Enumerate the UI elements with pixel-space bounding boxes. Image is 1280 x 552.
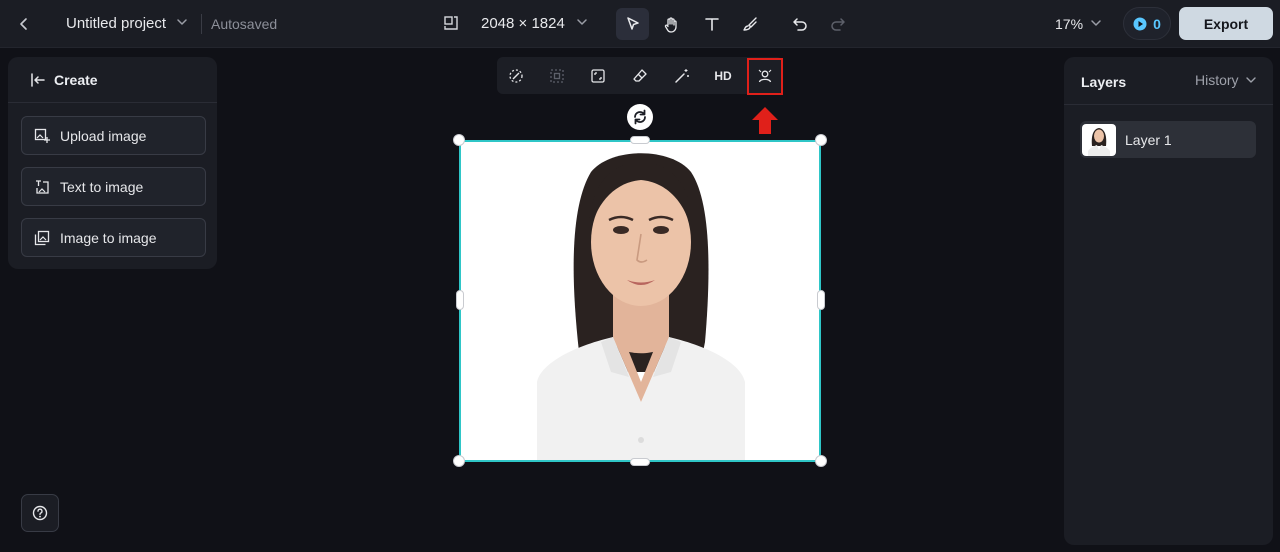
remove-background-button[interactable]: [501, 61, 531, 91]
crop-button[interactable]: [583, 61, 613, 91]
history-tab[interactable]: History: [1195, 72, 1257, 88]
upload-image-icon: [34, 128, 50, 144]
layers-tab[interactable]: Layers: [1081, 74, 1126, 90]
resize-handle-top[interactable]: [630, 136, 650, 144]
rotate-icon: [631, 108, 649, 126]
resize-handle-right[interactable]: [817, 290, 825, 310]
create-panel-header[interactable]: Create: [8, 57, 217, 103]
image-to-image-button[interactable]: Image to image: [21, 218, 206, 257]
expand-button[interactable]: [542, 61, 572, 91]
portrait-photo: [537, 153, 745, 460]
canvas-size[interactable]: 2048 × 1824: [481, 15, 565, 32]
undo-button[interactable]: [783, 8, 816, 40]
highlight-annotation-box: [747, 58, 783, 95]
text-tool-button[interactable]: [695, 8, 728, 40]
magic-wand-icon: [674, 68, 690, 84]
upload-image-label: Upload image: [60, 127, 147, 144]
eraser-button[interactable]: [625, 61, 655, 91]
text-to-image-label: Text to image: [60, 178, 144, 195]
layer-thumbnail: [1082, 123, 1116, 156]
layer-name: Layer 1: [1125, 131, 1172, 148]
create-panel-title: Create: [54, 71, 98, 88]
divider: [201, 14, 202, 34]
zoom-menu[interactable]: [1089, 16, 1103, 30]
resize-handle-left[interactable]: [456, 290, 464, 310]
layers-panel: Layers History Layer 1: [1064, 57, 1273, 545]
hand-tool-button[interactable]: [655, 8, 688, 40]
eraser-icon: [632, 68, 648, 84]
project-menu-button[interactable]: [175, 15, 189, 29]
create-panel: Create Upload image Text to image Image …: [8, 57, 217, 269]
chevron-down-icon: [175, 15, 189, 29]
redo-button[interactable]: [821, 8, 854, 40]
remove-background-icon: [508, 68, 524, 84]
canvas-size-menu[interactable]: [575, 15, 589, 29]
play-circle-icon: [1133, 17, 1147, 31]
chevron-down-icon: [1245, 74, 1257, 86]
text-to-image-button[interactable]: Text to image: [21, 167, 206, 206]
expand-icon: [549, 68, 565, 84]
select-tool-button[interactable]: [616, 8, 649, 40]
chevron-down-icon: [575, 15, 589, 29]
crop-icon: [590, 68, 606, 84]
text-to-image-icon: [34, 179, 50, 195]
hand-icon: [663, 16, 680, 33]
credits-badge[interactable]: 0: [1123, 7, 1171, 40]
arrow-left-bar-icon[interactable]: [30, 72, 46, 88]
layers-panel-header: Layers History: [1064, 57, 1273, 105]
arrow-up-icon: [752, 107, 778, 139]
zoom-level[interactable]: 17%: [1055, 16, 1083, 32]
export-button[interactable]: Export: [1179, 7, 1273, 40]
save-status: Autosaved: [211, 16, 278, 32]
brush-tool-button[interactable]: [733, 8, 766, 40]
help-circle-icon: [32, 505, 48, 521]
history-label: History: [1195, 72, 1239, 88]
back-button[interactable]: [12, 12, 36, 36]
image-toolbar: HD: [497, 57, 783, 94]
text-t-icon: [704, 16, 720, 32]
hd-upscale-button[interactable]: HD: [708, 61, 738, 91]
brush-icon: [742, 16, 758, 32]
credits-count: 0: [1153, 15, 1161, 32]
magic-wand-button[interactable]: [667, 61, 697, 91]
resize-handle-top-right[interactable]: [815, 134, 827, 146]
help-button[interactable]: [21, 494, 59, 532]
chevron-down-icon: [1089, 16, 1103, 30]
upload-image-button[interactable]: Upload image: [21, 116, 206, 155]
cursor-arrow-icon: [625, 16, 641, 32]
resize-icon[interactable]: [443, 15, 459, 31]
resize-handle-bottom[interactable]: [630, 458, 650, 466]
redo-icon: [830, 16, 846, 32]
top-bar: Untitled project Autosaved 2048 × 1824 1…: [0, 0, 1280, 48]
rotate-handle[interactable]: [627, 104, 653, 130]
project-title[interactable]: Untitled project: [66, 15, 166, 32]
undo-icon: [792, 16, 808, 32]
resize-handle-top-left[interactable]: [453, 134, 465, 146]
layer-item[interactable]: Layer 1: [1080, 121, 1256, 158]
resize-handle-bottom-right[interactable]: [815, 455, 827, 467]
resize-handle-bottom-left[interactable]: [453, 455, 465, 467]
image-to-image-label: Image to image: [60, 229, 157, 246]
chevron-left-icon: [17, 17, 31, 31]
image-to-image-icon: [34, 230, 50, 246]
canvas-image[interactable]: [459, 140, 821, 462]
